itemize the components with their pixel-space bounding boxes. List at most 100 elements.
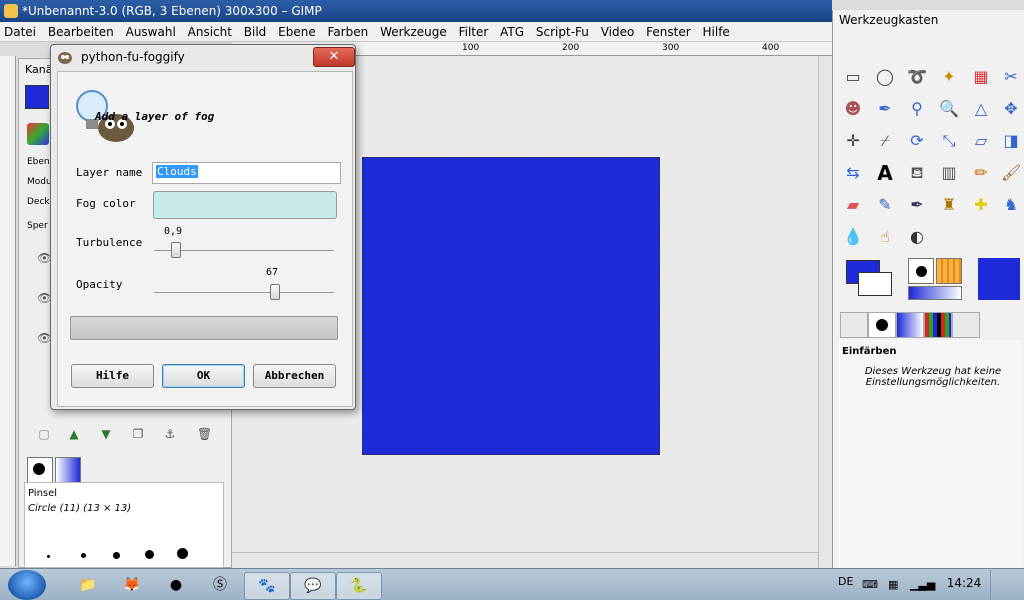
delete-layer-icon[interactable]: 🗑 [197, 427, 212, 441]
pencil-icon[interactable]: ✏ [968, 160, 994, 186]
menu-atg[interactable]: ATG [496, 22, 528, 42]
eye-icon[interactable]: 👁 [37, 331, 52, 345]
cancel-button[interactable]: Abbrechen [253, 364, 336, 388]
opacity-slider-handle[interactable] [269, 284, 280, 300]
text-tool-icon[interactable]: A [872, 160, 898, 186]
menu-ansicht[interactable]: Ansicht [184, 22, 236, 42]
turbulence-slider-handle[interactable] [170, 242, 181, 258]
menu-filter[interactable]: Filter [455, 22, 493, 42]
eye-icon[interactable]: 👁 [37, 251, 52, 265]
rotate-icon[interactable]: ⟳ [904, 128, 930, 154]
brush-preview[interactable] [177, 548, 188, 559]
raise-layer-icon[interactable]: ▲ [67, 427, 81, 441]
ok-button[interactable]: OK [162, 364, 245, 388]
move-icon[interactable]: ✥ [998, 96, 1024, 122]
ink-icon[interactable]: ✒ [904, 192, 930, 218]
pattern-indicator[interactable] [936, 258, 962, 284]
show-desktop-button[interactable] [990, 570, 1024, 600]
paths-icon[interactable]: ✒ [872, 96, 898, 122]
lower-layer-icon[interactable]: ▼ [99, 427, 113, 441]
turbulence-slider-track[interactable] [154, 250, 334, 251]
fog-color-button[interactable] [153, 191, 337, 219]
measure-icon[interactable]: △ [968, 96, 994, 122]
color-picker-icon[interactable]: ⚲ [904, 96, 930, 122]
menu-werkzeuge[interactable]: Werkzeuge [376, 22, 451, 42]
explorer-icon[interactable]: 📁 [66, 572, 110, 598]
scissors-icon[interactable]: ✂ [998, 64, 1024, 90]
background-color-swatch[interactable] [858, 272, 892, 296]
menu-datei[interactable]: Datei [0, 22, 40, 42]
image-canvas[interactable] [362, 157, 660, 455]
eye-icon[interactable]: 👁 [37, 291, 52, 305]
tool-options-tab[interactable] [840, 312, 868, 338]
help-button[interactable]: Hilfe [71, 364, 154, 388]
foreground-select-icon[interactable]: ☻ [840, 96, 866, 122]
airbrush-icon[interactable]: ✎ [872, 192, 898, 218]
menu-bearbeiten[interactable]: Bearbeiten [44, 22, 118, 42]
app-icon[interactable]: ● [154, 572, 198, 598]
menu-auswahl[interactable]: Auswahl [122, 22, 180, 42]
brush-tab[interactable] [868, 312, 896, 338]
gradient-indicator[interactable] [908, 286, 962, 300]
menu-script-fu[interactable]: Script-Fu [532, 22, 593, 42]
ellipse-select-icon[interactable]: ◯ [872, 64, 898, 90]
menu-fenster[interactable]: Fenster [642, 22, 695, 42]
python-task-icon[interactable]: 🐍 [336, 572, 382, 600]
eraser-icon[interactable]: ▰ [840, 192, 866, 218]
flip-icon[interactable]: ⇆ [840, 160, 866, 186]
smudge-icon[interactable]: ☝ [872, 224, 898, 250]
language-indicator[interactable]: DE [838, 575, 853, 588]
gimp-task-icon[interactable]: 🐾 [244, 572, 290, 600]
new-layer-icon[interactable]: ▢ [37, 427, 51, 441]
scale-icon[interactable]: ⤡ [936, 128, 962, 154]
color-select-icon[interactable]: ▦ [968, 64, 994, 90]
brush-preview[interactable] [81, 553, 86, 558]
vertical-scrollbar[interactable] [818, 56, 832, 568]
start-button-icon[interactable] [8, 570, 46, 600]
crop-icon[interactable]: ⌿ [872, 128, 898, 154]
lasso-icon[interactable]: ➰ [904, 64, 930, 90]
skype-icon[interactable]: Ⓢ [198, 572, 242, 598]
channel-thumbnail[interactable] [25, 85, 49, 109]
shear-icon[interactable]: ▱ [968, 128, 994, 154]
brush-preview[interactable] [47, 555, 50, 558]
anchor-layer-icon[interactable]: ⚓ [163, 427, 177, 441]
dodge-burn-icon[interactable]: ◐ [904, 224, 930, 250]
keyboard-icon[interactable]: ⌨ [862, 578, 878, 591]
clone-icon[interactable]: ♜ [936, 192, 962, 218]
blur-icon[interactable]: 💧 [840, 224, 866, 250]
align-icon[interactable]: ✛ [840, 128, 866, 154]
layers-tab-icon[interactable] [27, 123, 49, 145]
rect-select-icon[interactable]: ▭ [840, 64, 866, 90]
zoom-icon[interactable]: 🔍 [936, 96, 962, 122]
gradient-tab-icon[interactable] [55, 457, 81, 483]
active-image-preview[interactable] [978, 258, 1020, 300]
opacity-slider-track[interactable] [154, 292, 334, 293]
gradient-tab[interactable] [896, 312, 924, 338]
menu-farben[interactable]: Farben [324, 22, 373, 42]
blend-icon[interactable]: ▥ [936, 160, 962, 186]
perspective-icon[interactable]: ◨ [998, 128, 1024, 154]
chat-task-icon[interactable]: 💬 [290, 572, 336, 600]
menu-video[interactable]: Video [597, 22, 639, 42]
menu-bild[interactable]: Bild [240, 22, 271, 42]
firefox-icon[interactable]: 🦊 [110, 572, 154, 598]
brush-preview[interactable] [113, 552, 120, 559]
layers-tab[interactable] [952, 312, 980, 338]
horizontal-scrollbar[interactable] [232, 552, 818, 566]
brush-tab-icon[interactable] [27, 457, 53, 483]
heal-icon[interactable]: ✚ [968, 192, 994, 218]
menu-ebene[interactable]: Ebene [274, 22, 320, 42]
bucket-fill-icon[interactable]: ⛾ [904, 160, 930, 186]
palette-tab[interactable] [924, 312, 952, 338]
close-icon[interactable]: ✕ [313, 47, 355, 67]
brush-indicator[interactable] [908, 258, 934, 284]
menu-hilfe[interactable]: Hilfe [699, 22, 734, 42]
perspective-clone-icon[interactable]: ♞ [998, 192, 1024, 218]
duplicate-layer-icon[interactable]: ❐ [131, 427, 145, 441]
network-icon[interactable]: ▦ [888, 578, 898, 591]
brush-preview[interactable] [145, 550, 154, 559]
paintbrush-icon[interactable]: 🖌 [998, 160, 1024, 186]
taskbar-clock[interactable]: 14:24 [944, 576, 984, 590]
dock-tab-label[interactable]: Kanä [25, 63, 52, 76]
